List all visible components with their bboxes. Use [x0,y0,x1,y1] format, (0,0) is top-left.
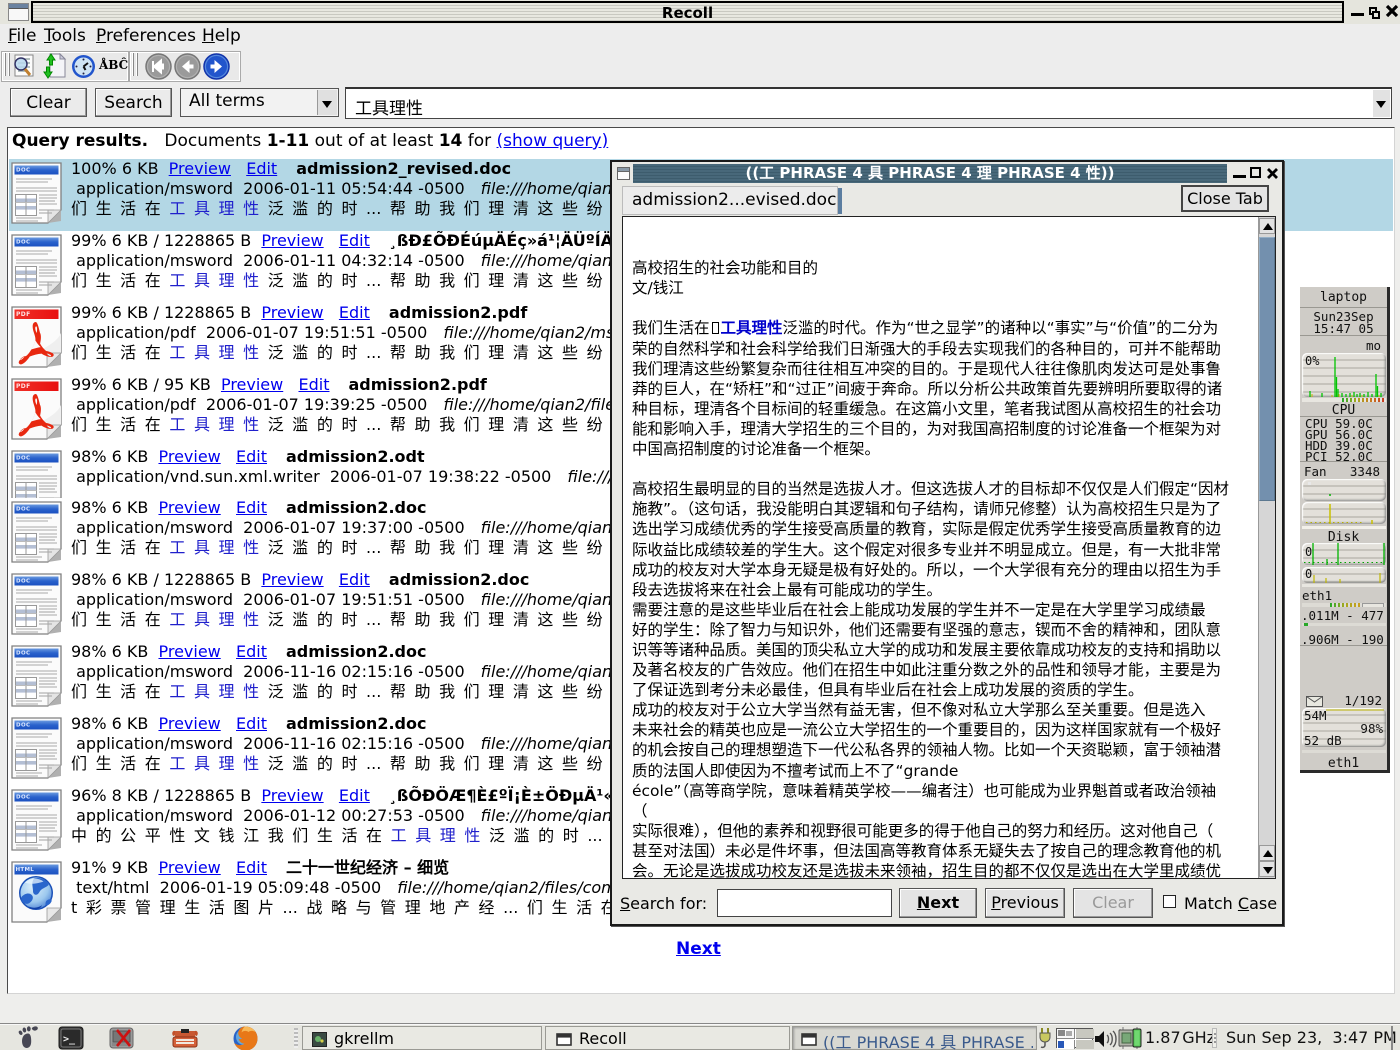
svg-text:PDF: PDF [16,311,31,318]
svg-text:DOC: DOC [16,456,30,462]
svg-text:DOC: DOC [16,507,30,513]
svg-text:DOC: DOC [16,240,30,246]
svg-text:DOC: DOC [16,795,30,801]
svg-text:PDF: PDF [16,383,31,390]
svg-text:DOC: DOC [16,651,30,657]
svg-text:>_: >_ [63,1034,76,1045]
svg-text:DOC: DOC [16,723,30,729]
svg-text:HTML: HTML [16,867,35,873]
svg-text:DOC: DOC [16,168,30,174]
svg-text:DOC: DOC [16,579,30,585]
